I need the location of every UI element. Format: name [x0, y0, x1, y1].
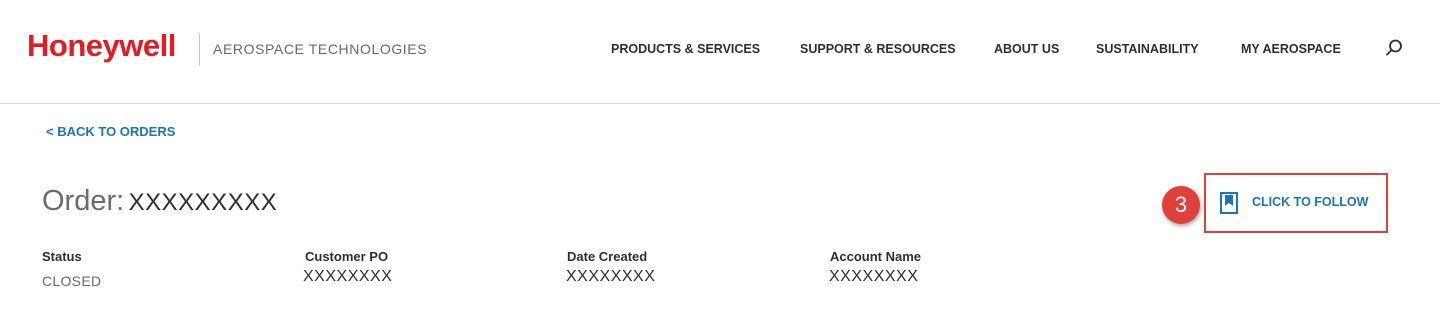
follow-label: CLICK TO FOLLOW: [1252, 195, 1369, 209]
order-number: XXXXXXXXX: [128, 189, 278, 216]
date-created-value: XXXXXXXX: [566, 268, 656, 285]
tagline: AEROSPACE TECHNOLOGIES: [213, 41, 428, 57]
nav-my-aerospace[interactable]: MY AEROSPACE: [1241, 40, 1341, 58]
click-to-follow-button[interactable]: CLICK TO FOLLOW: [1204, 173, 1388, 233]
page-title: Order: XXXXXXXXX: [42, 183, 277, 224]
account-name-label: Account Name: [830, 249, 922, 264]
nav-support-resources[interactable]: SUPPORT & RESOURCES: [800, 40, 956, 58]
bookmark-icon: [1220, 192, 1238, 214]
site-header: Honeywell AEROSPACE TECHNOLOGIES PRODUCT…: [0, 0, 1440, 104]
logo-divider: [199, 33, 200, 66]
status-value: CLOSED: [42, 273, 102, 289]
nav-about-us[interactable]: ABOUT US: [994, 40, 1059, 58]
back-to-orders-link[interactable]: < BACK TO ORDERS: [46, 123, 175, 141]
honeywell-logo[interactable]: Honeywell: [27, 28, 176, 64]
customer-po-label: Customer PO: [305, 249, 389, 264]
nav-sustainability[interactable]: SUSTAINABILITY: [1096, 40, 1199, 58]
search-icon[interactable]: [1383, 37, 1405, 59]
date-created-label: Date Created: [567, 249, 648, 264]
order-label: Order:: [42, 185, 125, 217]
callout-badge: 3: [1162, 186, 1200, 224]
nav-products-services[interactable]: PRODUCTS & SERVICES: [611, 40, 760, 58]
account-name-value: XXXXXXXX: [829, 268, 919, 285]
customer-po-value: XXXXXXXX: [303, 268, 393, 285]
status-label: Status: [42, 249, 82, 264]
